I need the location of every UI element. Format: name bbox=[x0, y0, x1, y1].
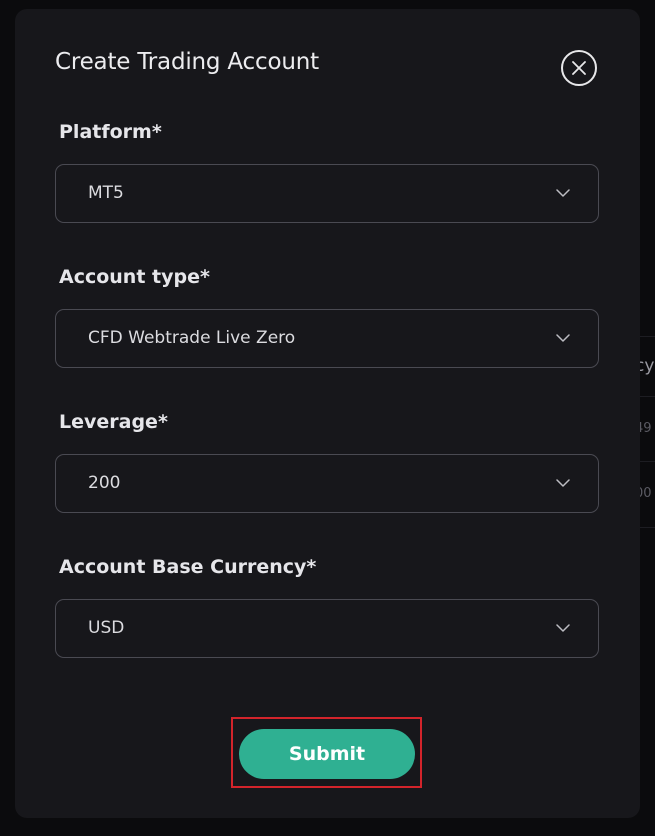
platform-label: Platform* bbox=[59, 121, 162, 143]
leverage-label: Leverage* bbox=[59, 411, 168, 433]
close-button[interactable] bbox=[561, 50, 597, 86]
background-divider bbox=[640, 461, 655, 462]
chevron-down-icon bbox=[556, 334, 570, 342]
base-currency-value: USD bbox=[88, 618, 125, 638]
platform-value: MT5 bbox=[88, 183, 124, 203]
modal-title: Create Trading Account bbox=[55, 49, 319, 75]
leverage-value: 200 bbox=[88, 473, 121, 493]
platform-select[interactable]: MT5 bbox=[55, 164, 599, 223]
chevron-down-icon bbox=[556, 189, 570, 197]
chevron-down-icon bbox=[556, 624, 570, 632]
background-divider bbox=[640, 336, 655, 337]
chevron-down-icon bbox=[556, 479, 570, 487]
leverage-select[interactable]: 200 bbox=[55, 454, 599, 513]
base-currency-select[interactable]: USD bbox=[55, 599, 599, 658]
background-divider bbox=[640, 527, 655, 528]
create-account-modal: Create Trading Account Platform* MT5 Acc… bbox=[15, 9, 640, 818]
background-divider bbox=[640, 396, 655, 397]
base-currency-label: Account Base Currency* bbox=[59, 556, 317, 578]
account-type-value: CFD Webtrade Live Zero bbox=[88, 328, 296, 348]
account-type-label: Account type* bbox=[59, 266, 210, 288]
account-type-select[interactable]: CFD Webtrade Live Zero bbox=[55, 309, 599, 368]
close-icon bbox=[572, 61, 586, 75]
submit-button[interactable]: Submit bbox=[239, 729, 415, 779]
